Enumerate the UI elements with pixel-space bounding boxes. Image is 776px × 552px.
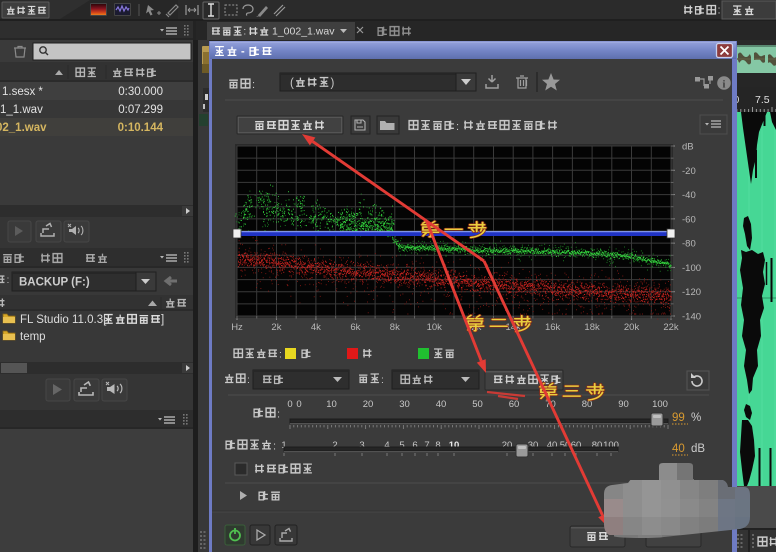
svg-text:1_002_1.wav: 1_002_1.wav xyxy=(272,26,335,38)
svg-text:1_1.wav: 1_1.wav xyxy=(0,104,43,116)
svg-text::: : xyxy=(456,121,459,133)
svg-text:30: 30 xyxy=(399,399,410,410)
svg-text:-60: -60 xyxy=(682,214,696,225)
svg-text:%: % xyxy=(691,412,701,424)
svg-text:0: 0 xyxy=(296,399,301,410)
svg-text:16k: 16k xyxy=(545,322,561,333)
svg-text:(: ( xyxy=(290,78,294,90)
svg-text:BACKUP (F:): BACKUP (F:) xyxy=(19,277,90,289)
svg-text:-40: -40 xyxy=(682,190,696,201)
svg-text::: : xyxy=(277,409,280,421)
svg-text:0:10.144: 0:10.144 xyxy=(118,122,164,134)
svg-text:8k: 8k xyxy=(390,322,400,333)
svg-text:1.sesx *: 1.sesx * xyxy=(2,86,43,98)
svg-text::: : xyxy=(273,441,276,453)
svg-text::: : xyxy=(247,374,250,386)
svg-text:4k: 4k xyxy=(311,322,321,333)
svg-text:dB: dB xyxy=(682,142,694,153)
svg-text:-80: -80 xyxy=(682,239,696,250)
svg-text:6k: 6k xyxy=(350,322,360,333)
svg-text::: : xyxy=(7,274,10,286)
svg-text:0:07.299: 0:07.299 xyxy=(118,104,163,116)
svg-text:]: ] xyxy=(161,314,164,326)
svg-text::: : xyxy=(718,5,721,17)
svg-text:dB: dB xyxy=(691,443,705,455)
svg-text::: : xyxy=(252,79,255,91)
svg-text::: : xyxy=(381,374,384,386)
svg-text:100: 100 xyxy=(652,399,668,410)
svg-text:40: 40 xyxy=(672,443,685,455)
svg-text:90: 90 xyxy=(618,399,629,410)
svg-text:i: i xyxy=(723,80,726,91)
svg-text:10k: 10k xyxy=(427,322,443,333)
svg-text:40: 40 xyxy=(436,399,447,410)
svg-text:22k: 22k xyxy=(663,322,679,333)
svg-text:2k: 2k xyxy=(271,322,281,333)
svg-text:0: 0 xyxy=(287,399,292,410)
svg-text:-20: -20 xyxy=(682,166,696,177)
svg-text:temp: temp xyxy=(20,331,46,343)
svg-text:20k: 20k xyxy=(624,322,640,333)
svg-text::: : xyxy=(279,349,282,361)
svg-text:-140: -140 xyxy=(682,312,701,323)
svg-text::: : xyxy=(243,27,246,38)
svg-text:-120: -120 xyxy=(682,287,701,298)
svg-text:Hz: Hz xyxy=(231,322,243,333)
svg-text:18k: 18k xyxy=(584,322,600,333)
svg-text:60: 60 xyxy=(509,399,520,410)
svg-text:-100: -100 xyxy=(682,263,701,274)
svg-text:-: - xyxy=(241,46,245,58)
svg-text:20: 20 xyxy=(363,399,374,410)
svg-text:FL Studio 11.0.3[: FL Studio 11.0.3[ xyxy=(20,314,107,326)
svg-text:02_1.wav: 02_1.wav xyxy=(0,122,47,134)
svg-text:0:30.000: 0:30.000 xyxy=(118,86,163,98)
svg-text:50: 50 xyxy=(472,399,483,410)
svg-text:10: 10 xyxy=(326,399,337,410)
svg-text:7.5: 7.5 xyxy=(755,94,770,106)
svg-text:99: 99 xyxy=(672,412,685,424)
svg-text:): ) xyxy=(331,78,335,90)
